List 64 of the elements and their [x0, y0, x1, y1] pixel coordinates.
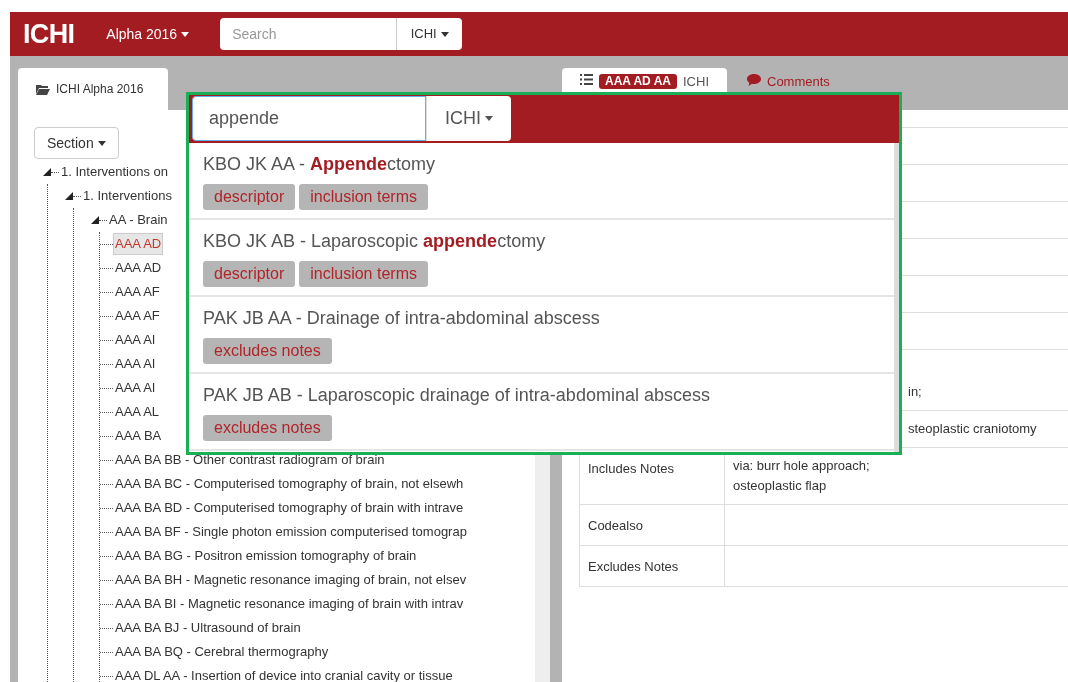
query-field[interactable]: appende	[192, 96, 426, 141]
list-icon	[580, 74, 593, 85]
tree-item[interactable]: AAA AI	[113, 353, 158, 375]
search-result[interactable]: PAK JB AA - Drainage of intra-abdominal abscess excludes notes	[189, 297, 894, 374]
tree-item[interactable]: AA - Brain	[107, 209, 170, 231]
comment-icon	[747, 74, 761, 86]
triangle-icon[interactable]	[91, 216, 99, 224]
search-result[interactable]: PAK JB AB - Laparoscopic drainage of intra-abdominal abscess excludes notes	[189, 374, 894, 451]
field-value: via: burr hole approach; osteoplastic flap	[733, 457, 871, 495]
tree-item[interactable]: 1. Interventions on	[59, 161, 170, 183]
tree-item[interactable]: AAA BA BI - Magnetic resonance imaging of brain with intrav	[113, 593, 466, 615]
panel-tab[interactable]: Comments	[727, 68, 850, 110]
search-field[interactable]: Search	[220, 18, 397, 50]
result-title: KBO JK AA - Appendectomy	[203, 153, 437, 176]
caret-icon	[485, 116, 493, 121]
scope-dropdown[interactable]: ICHI	[426, 96, 511, 141]
match-tag: inclusion terms	[299, 184, 428, 210]
tree-item[interactable]: 1. Interventions	[81, 185, 174, 207]
tree-item[interactable]: AAA AI	[113, 329, 158, 351]
match-tag: excludes notes	[203, 415, 332, 441]
match-tag: excludes notes	[203, 338, 332, 364]
result-title: PAK JB AA - Drainage of intra-abdominal abscess	[203, 307, 601, 330]
tree-item[interactable]: AAA DL AA - Insertion of device into cranial cavity or tissue	[113, 665, 455, 682]
tree-item[interactable]: AAA AD	[113, 233, 164, 255]
tree-item[interactable]: AAA AF	[113, 281, 162, 303]
tree-item[interactable]: AAA AL	[113, 401, 162, 423]
caret-icon	[97, 140, 106, 146]
tree-item[interactable]: AAA BA BG - Positron emission tomography of brain	[113, 545, 419, 567]
match-tag: descriptor	[203, 261, 296, 287]
tree-item[interactable]: AAA BA BC - Computerised tomography of brain, not elsewh	[113, 473, 466, 495]
code-badge: AAA AD AA	[599, 74, 677, 89]
brand-logo[interactable]: ICHI	[23, 13, 75, 55]
tree-item[interactable]: AAA BA BQ - Cerebral thermography	[113, 641, 331, 663]
caret-icon	[440, 31, 449, 37]
tree-item[interactable]: AAA BA BJ - Ultrasound of brain	[113, 617, 303, 639]
section-button[interactable]: Section	[34, 127, 119, 159]
tree-tab[interactable]: ICHI Alpha 2016	[18, 68, 168, 110]
tree-item[interactable]: AAA AI	[113, 377, 158, 399]
triangle-icon[interactable]	[65, 192, 73, 200]
tree-item[interactable]: AAA BA BH - Magnetic resonance imaging of brain, not elsev	[113, 569, 469, 591]
scrollbar[interactable]	[894, 143, 899, 452]
match-tag: descriptor	[203, 184, 296, 210]
match-tag: inclusion terms	[299, 261, 428, 287]
tree-item[interactable]: AAA AF	[113, 305, 162, 327]
field-label: Excludes Notes	[588, 559, 679, 574]
tree-item[interactable]: AAA BA BD - Computerised tomography of brain with intrave	[113, 497, 466, 519]
table-cell-text: in;	[908, 383, 922, 401]
triangle-icon[interactable]	[43, 168, 51, 176]
tree-item[interactable]: AAA BA BF - Single photon emission computerised tomograp	[113, 521, 469, 543]
field-label: Codealso	[588, 518, 643, 533]
field-label: Includes Notes	[588, 461, 674, 476]
caret-icon	[181, 31, 190, 37]
search-result[interactable]: KBO JK AB - Laparoscopic appendectomy descriptor inclusion terms	[189, 220, 894, 297]
result-title: KBO JK AB - Laparoscopic appendectomy	[203, 230, 547, 253]
tab-label[interactable]: ICHI	[683, 74, 709, 89]
scope-dropdown[interactable]: ICHI	[396, 18, 463, 50]
search-result[interactable]: KBO JK AA - Appendectomy descriptor inclusion terms	[189, 143, 894, 220]
tree-item[interactable]: AAA AD	[113, 257, 164, 279]
tab-label[interactable]: Comments	[767, 74, 830, 89]
version-menu[interactable]: Alpha 2016	[106, 23, 190, 45]
folder-icon	[36, 83, 50, 95]
result-title: PAK JB AB - Laparoscopic drainage of intra-abdominal abscess	[203, 384, 711, 407]
tree-item[interactable]: AAA BA	[113, 425, 164, 447]
table-cell-text: steoplastic craniotomy	[908, 420, 1037, 438]
